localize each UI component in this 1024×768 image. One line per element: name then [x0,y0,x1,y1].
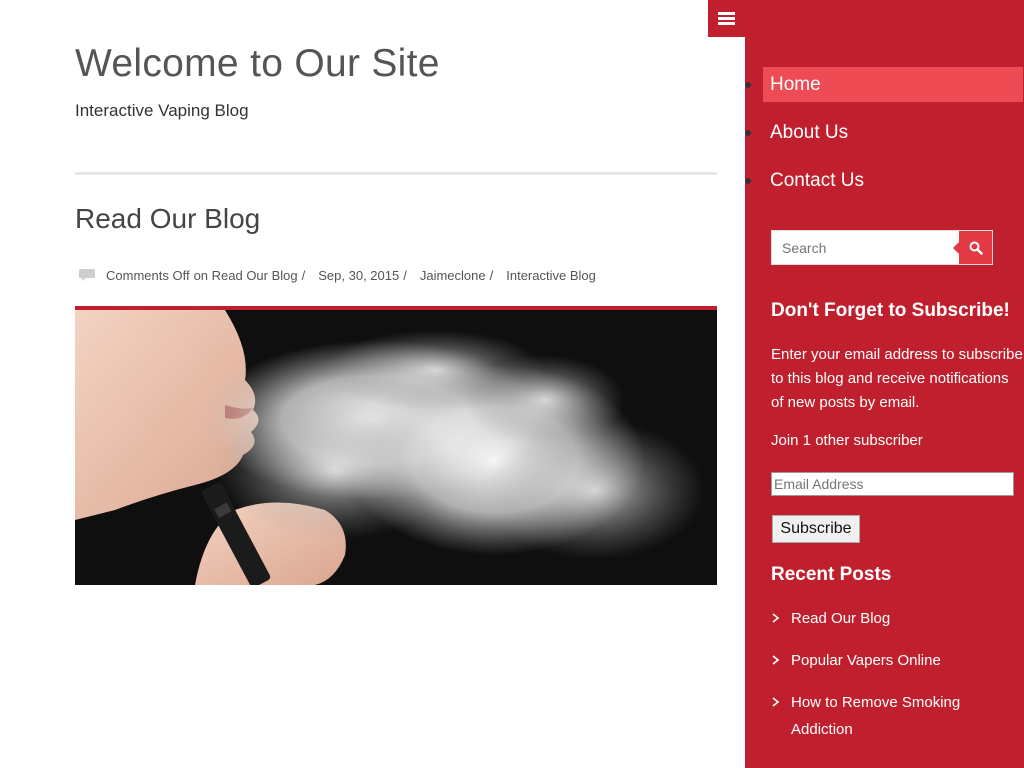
post-category-link[interactable]: Interactive Blog [506,268,596,283]
search-button[interactable] [953,231,992,264]
nav-bullet [745,130,751,136]
chevron-right-icon [772,697,780,707]
recent-posts-heading: Recent Posts [771,564,892,585]
nav-item-home[interactable]: Home [745,67,1024,115]
post-author-link[interactable]: Jaimeclone [420,268,486,283]
site-tagline: Interactive Vaping Blog [75,101,249,120]
recent-post-link[interactable]: Popular Vapers Online [791,652,941,669]
header-divider [75,172,717,175]
search-input[interactable] [772,231,958,264]
recent-post-link[interactable]: How to Remove Smoking Addiction [791,694,960,738]
nav-link-about[interactable]: About Us [763,115,1023,150]
meta-separator: / [301,267,306,283]
nav-item-contact[interactable]: Contact Us [745,163,1024,211]
comment-icon [78,268,96,282]
nav-bullet [745,82,751,88]
post-meta: Comments Off on Read Our Blog / Sep, 30,… [75,265,596,285]
featured-image[interactable] [75,306,717,585]
recent-post-item[interactable]: How to Remove Smoking Addiction [771,689,1011,743]
subscriber-count: Join 1 other subscriber [771,432,923,449]
meta-separator: / [489,267,494,283]
post-date-link[interactable]: Sep, 30, 2015 [318,268,399,283]
recent-post-link[interactable]: Read Our Blog [791,610,890,627]
comments-status: Comments Off [106,267,190,283]
recent-posts-list: Read Our Blog Popular Vapers Online How … [771,605,1011,758]
nav-bullet [745,178,751,184]
site-title[interactable]: Welcome to Our Site [75,42,440,86]
search-form [771,230,993,265]
sidebar: Home About Us Contact Us Don't Forget to… [745,0,1024,768]
primary-nav: Home About Us Contact Us [745,67,1024,211]
menu-toggle-button[interactable] [708,0,745,37]
meta-separator: / [403,267,407,283]
recent-post-item[interactable]: Popular Vapers Online [771,647,1011,674]
nav-item-about[interactable]: About Us [745,115,1024,163]
search-icon [969,241,983,255]
nav-link-home[interactable]: Home [763,67,1023,102]
vaping-photo [75,310,717,585]
subscribe-heading: Don't Forget to Subscribe! [771,300,1010,321]
chevron-right-icon [772,613,780,623]
menu-icon [718,12,735,25]
nav-link-contact[interactable]: Contact Us [763,163,1023,198]
email-field[interactable] [771,472,1014,496]
subscribe-button[interactable]: Subscribe [772,515,860,543]
subscribe-description: Enter your email address to subscribe to… [771,346,1023,411]
recent-post-item[interactable]: Read Our Blog [771,605,1011,632]
comments-on-text: on Read Our Blog [193,267,298,283]
chevron-right-icon [772,655,780,665]
post-title[interactable]: Read Our Blog [75,203,260,235]
